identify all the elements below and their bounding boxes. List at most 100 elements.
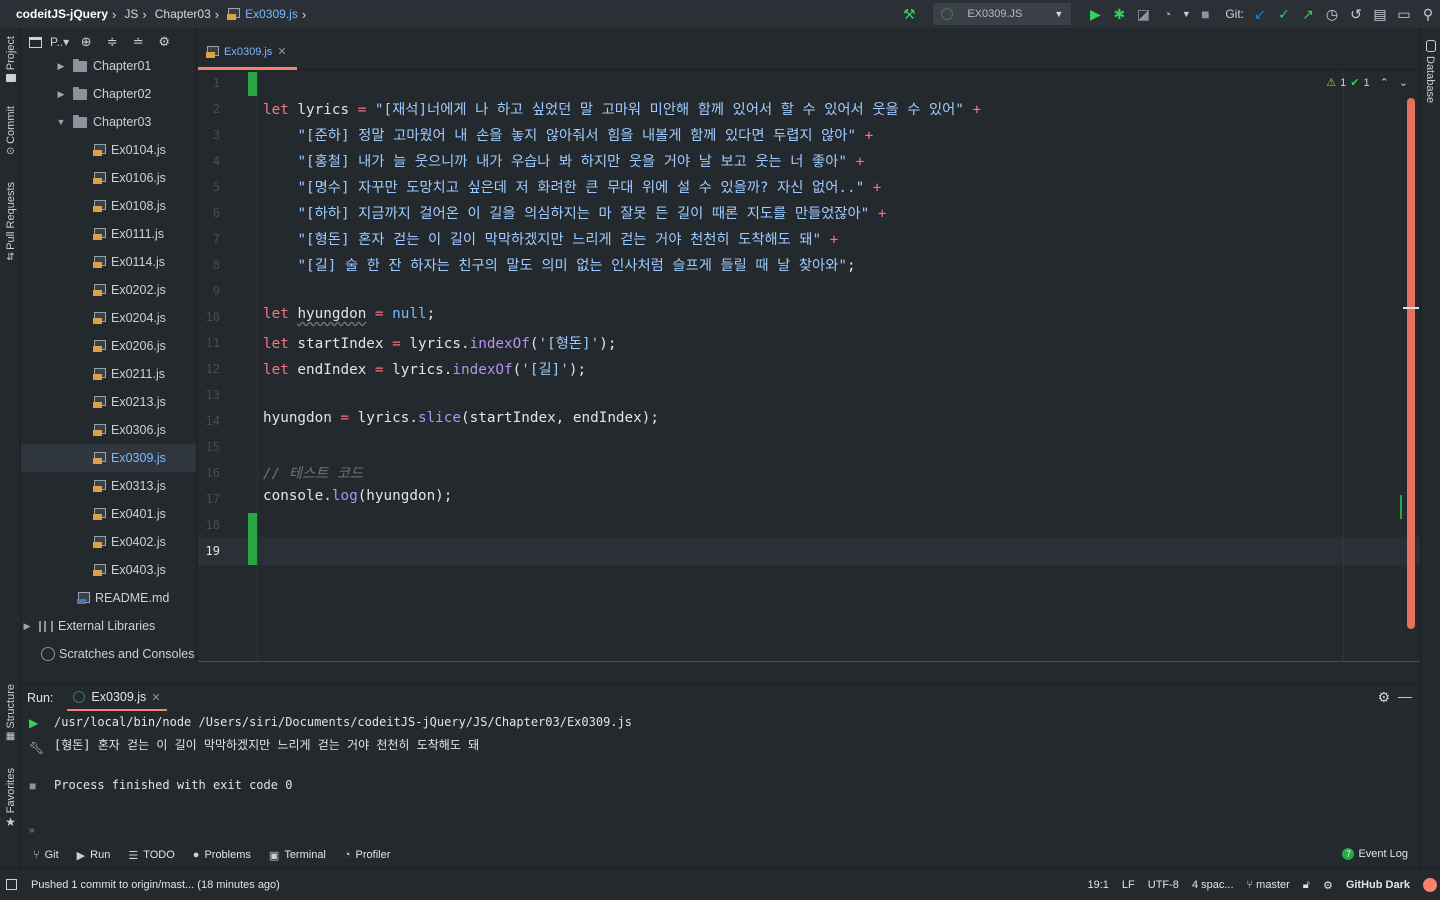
run-title: Run: — [27, 691, 54, 705]
chevron-right-icon[interactable]: ▶ — [55, 61, 67, 72]
run-tab-ex0309[interactable]: Ex0309.js ✕ — [67, 685, 167, 711]
git-push-icon[interactable]: ↗ — [1296, 0, 1320, 28]
gear-icon[interactable]: ⚙ — [1377, 689, 1390, 706]
tree-item[interactable]: Ex0306.js — [21, 416, 196, 444]
tool-windows-toggle-icon[interactable] — [6, 879, 17, 890]
git-branch[interactable]: ⑂ master — [1247, 879, 1290, 891]
tree-item[interactable]: Ex0106.js — [21, 164, 196, 192]
tree-item[interactable]: Ex0111.js — [21, 220, 196, 248]
locate-file-icon[interactable]: ⊕ — [77, 34, 95, 50]
chevron-up-icon[interactable]: ⌃ — [1380, 76, 1389, 89]
project-structure-icon[interactable]: ▤ — [1368, 0, 1392, 28]
tree-item[interactable]: Ex0204.js — [21, 304, 196, 332]
favorites-tool-label: Favorites — [4, 768, 17, 814]
stop-icon[interactable]: ■ — [29, 779, 36, 793]
tree-item[interactable]: ▶ External Libraries — [21, 612, 196, 640]
commit-tool-tab[interactable]: Commit ⊙ — [0, 106, 21, 157]
tool-tab-problems[interactable]: ● Problems — [193, 849, 251, 861]
notification-dot[interactable] — [1423, 878, 1437, 892]
tree-item[interactable]: Ex0211.js — [21, 360, 196, 388]
wrench-icon[interactable]: 🔧︎ — [29, 741, 44, 755]
tree-item[interactable]: Ex0401.js — [21, 500, 196, 528]
structure-tool-tab[interactable]: Structure ▦ — [0, 684, 21, 742]
build-hammer-icon[interactable]: ⚒ — [897, 0, 921, 28]
stop-icon[interactable]: ■ — [1193, 0, 1217, 28]
run-configuration-select[interactable]: EX0309.JS ▼ — [933, 3, 1072, 25]
lock-icon[interactable]: 🔓︎ — [1303, 879, 1310, 892]
project-tool-tab[interactable]: Project — [0, 36, 21, 83]
tree-item[interactable]: ▼ Chapter03 — [21, 108, 196, 136]
expand-all-icon[interactable]: ≑ — [103, 34, 121, 50]
tree-item[interactable]: ▶ Chapter01 — [21, 52, 196, 80]
tree-item[interactable]: Ex0309.js — [21, 444, 196, 472]
pull-requests-tool-tab[interactable]: Pull Requests ⇵ — [0, 182, 21, 263]
tool-tab-todo[interactable]: ☰ TODO — [128, 849, 174, 862]
close-icon[interactable]: ✕ — [277, 45, 286, 58]
collapse-all-icon[interactable]: ≐ — [129, 34, 147, 50]
editor-scrollbar[interactable] — [1407, 98, 1415, 629]
rerun-icon[interactable]: ▶ — [29, 716, 38, 730]
tree-item[interactable]: Ex0104.js — [21, 136, 196, 164]
vcs-change-marker[interactable] — [248, 72, 257, 96]
more-run-chevron-icon[interactable]: ▼ — [1179, 0, 1193, 28]
tree-item[interactable]: ▶ Chapter02 — [21, 80, 196, 108]
inspection-widget[interactable]: ⚠ 1 ✔ 1 ⌃ ⌄ — [1326, 76, 1408, 90]
presentation-icon[interactable]: ▭ — [1392, 0, 1416, 28]
favorites-tool-tab[interactable]: Favorites ★ — [0, 768, 21, 829]
tree-item[interactable]: Ex0108.js — [21, 192, 196, 220]
tool-tab-terminal[interactable]: ▣ Terminal — [269, 849, 326, 862]
tab-ex0309[interactable]: Ex0309.js ✕ — [198, 36, 297, 70]
history-icon[interactable]: ◷ — [1320, 0, 1344, 28]
tree-item-label: Ex0402.js — [111, 535, 166, 549]
close-icon[interactable]: ✕ — [151, 691, 160, 704]
tree-item[interactable]: README.md — [21, 584, 196, 612]
breadcrumb-js[interactable]: JS — [124, 7, 138, 21]
chevron-right-icon: › — [301, 6, 307, 22]
git-update-icon[interactable]: ↙ — [1248, 0, 1272, 28]
terminal-icon: ▣ — [268, 849, 280, 862]
indent-setting[interactable]: 4 spac... — [1192, 879, 1234, 891]
debug-icon[interactable]: ✱ — [1107, 0, 1131, 28]
chevron-right-icon[interactable]: ▶ — [21, 621, 33, 632]
tree-item[interactable]: Ex0206.js — [21, 332, 196, 360]
code-editor[interactable]: 1 2 3 4 5 6 7 8 9 10 11 12 13 14 15 16 17 18 19 let lyrics… — [198, 70, 1420, 661]
tool-tab-profiler[interactable]: ◔ Profiler — [344, 849, 391, 861]
chevron-down-icon: ▼ — [1054, 9, 1064, 19]
tool-tab-label: TODO — [143, 849, 175, 861]
search-icon[interactable]: ⚲ — [1416, 0, 1440, 28]
rollback-icon[interactable]: ↺ — [1344, 0, 1368, 28]
tree-item[interactable]: Scratches and Consoles — [21, 640, 196, 662]
tree-item[interactable]: Ex0114.js — [21, 248, 196, 276]
vcs-change-marker[interactable] — [248, 513, 257, 565]
chevron-down-icon[interactable]: ▼ — [55, 117, 67, 127]
gear-icon[interactable]: ⚙ — [155, 34, 173, 50]
file-encoding[interactable]: UTF-8 — [1148, 879, 1179, 891]
breadcrumb-file[interactable]: Ex0309.js — [245, 7, 298, 21]
run-tool-window: Run: Ex0309.js ✕ ⚙ — ▶ 🔧︎ ■ » /usr/local… — [21, 684, 1420, 842]
tree-item[interactable]: Ex0213.js — [21, 388, 196, 416]
breadcrumb-project[interactable]: codeitJS-jQuery — [16, 7, 108, 21]
git-commit-icon[interactable]: ✓ — [1272, 0, 1296, 28]
run-icon[interactable]: ▶ — [1083, 0, 1107, 28]
chevron-right-icon[interactable]: ▶ — [55, 89, 67, 100]
tree-item[interactable]: Ex0402.js — [21, 528, 196, 556]
tool-tab-git[interactable]: ⑂ Git — [33, 849, 59, 861]
tree-item[interactable]: Ex0403.js — [21, 556, 196, 584]
event-log-button[interactable]: 7 Event Log — [1342, 848, 1408, 860]
more-icon[interactable]: » — [29, 825, 35, 836]
profile-icon[interactable]: ◔ — [1155, 0, 1179, 28]
line-separator[interactable]: LF — [1122, 879, 1135, 891]
status-message[interactable]: Pushed 1 commit to origin/mast... (18 mi… — [31, 879, 280, 891]
nodejs-icon — [73, 691, 86, 703]
tree-item-label: External Libraries — [58, 619, 156, 633]
theme-name[interactable]: GitHub Dark — [1346, 879, 1410, 891]
tree-item[interactable]: Ex0313.js — [21, 472, 196, 500]
tree-item[interactable]: Ex0202.js — [21, 276, 196, 304]
project-view-select[interactable]: P..▾ — [50, 35, 69, 49]
tool-tab-run[interactable]: ▶ Run — [77, 849, 111, 862]
coverage-icon[interactable]: ◪ — [1131, 0, 1155, 28]
chevron-down-icon[interactable]: ⌄ — [1399, 76, 1408, 89]
caret-position[interactable]: 19:1 — [1088, 879, 1109, 891]
minimize-icon[interactable]: — — [1398, 688, 1412, 704]
breadcrumb-chapter03[interactable]: Chapter03 — [155, 7, 211, 21]
